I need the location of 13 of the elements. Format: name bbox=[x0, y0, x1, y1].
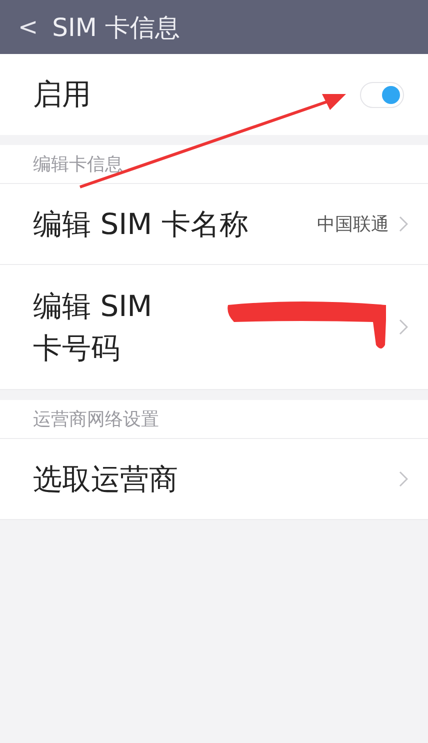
chevron-right-icon bbox=[399, 319, 408, 335]
enable-label: 启用 bbox=[33, 76, 91, 114]
item-value: 中国联通 bbox=[317, 213, 389, 236]
settings-item[interactable]: 编辑 SIM 卡号码 bbox=[33, 284, 183, 370]
enable-toggle[interactable] bbox=[360, 82, 404, 108]
chevron-right-icon bbox=[399, 471, 408, 487]
page-title: SIM 卡信息 bbox=[52, 12, 180, 44]
back-button[interactable]: < bbox=[18, 13, 38, 41]
settings-item[interactable]: 编辑 SIM 卡名称 bbox=[33, 202, 248, 246]
section-title: 运营商网络设置 bbox=[33, 408, 159, 431]
chevron-right-icon bbox=[399, 216, 408, 232]
section-title: 编辑卡信息 bbox=[33, 153, 123, 176]
settings-item[interactable]: 选取运营商 bbox=[33, 458, 178, 500]
